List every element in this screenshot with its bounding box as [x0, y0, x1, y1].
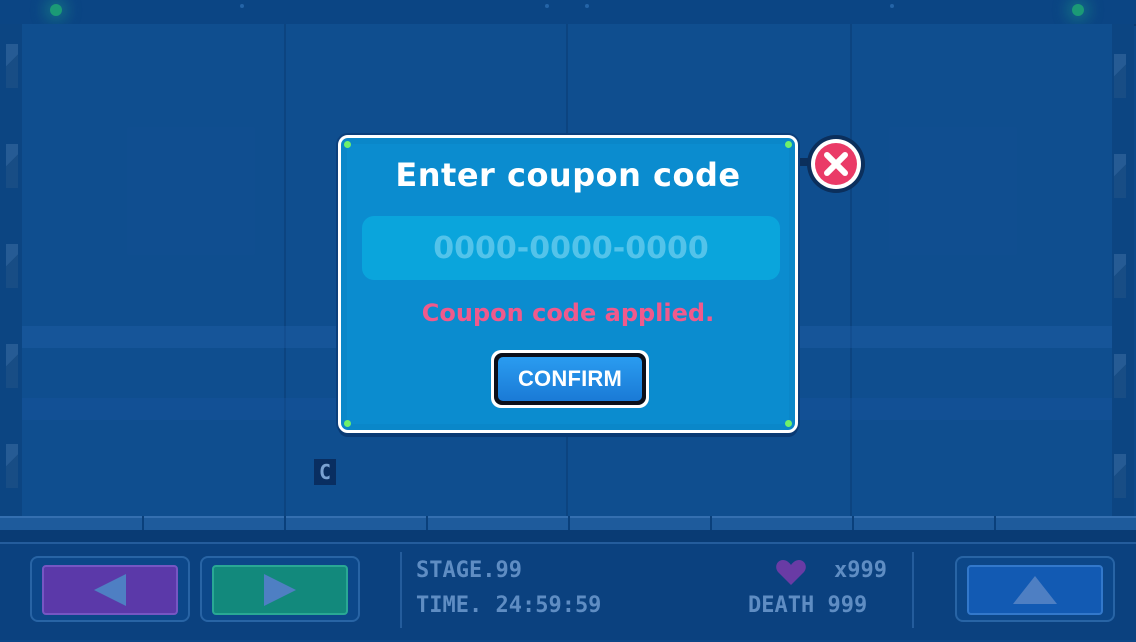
close-button-ring	[811, 139, 861, 189]
close-button-face	[815, 143, 857, 185]
close-icon	[824, 152, 848, 176]
close-button[interactable]	[807, 135, 865, 193]
confirm-button[interactable]: CONFIRM	[491, 350, 649, 408]
corner-light	[344, 420, 351, 427]
status-message: Coupon code applied.	[421, 299, 715, 327]
corner-light	[785, 420, 792, 427]
confirm-button-label: CONFIRM	[498, 357, 642, 401]
coupon-dialog: Enter coupon code Coupon code applied. C…	[338, 135, 798, 433]
dialog-title: Enter coupon code	[395, 156, 741, 194]
corner-light	[344, 141, 351, 148]
corner-light	[785, 141, 792, 148]
coupon-code-input[interactable]	[362, 216, 780, 280]
confirm-button-ring: CONFIRM	[494, 353, 646, 405]
